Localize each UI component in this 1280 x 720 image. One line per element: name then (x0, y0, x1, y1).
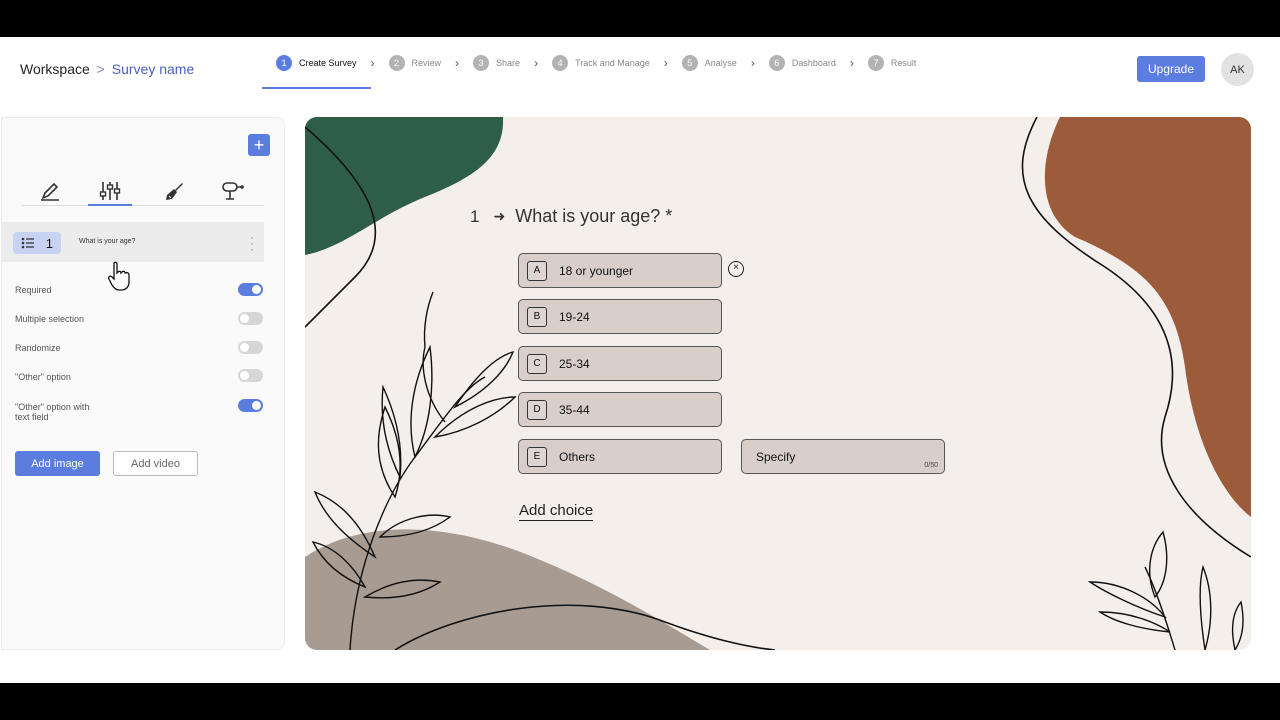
other-text-field-toggle[interactable] (238, 399, 263, 412)
breadcrumb: Workspace > Survey name (20, 61, 194, 77)
question-item-label: What is your age? (79, 238, 136, 245)
step-share[interactable]: 3 Share (459, 37, 534, 89)
remove-choice-icon[interactable]: × (728, 261, 744, 277)
step-dashboard[interactable]: 6 Dashboard (755, 37, 850, 89)
choice-label: 19-24 (559, 309, 590, 324)
step-number: 6 (768, 55, 785, 71)
choice-c[interactable]: C 25-34 (518, 346, 722, 381)
required-toggle[interactable] (238, 283, 263, 296)
choice-key: B (527, 306, 547, 327)
question-settings-panel: + 1 What is your age? · · · Required Mul… (1, 117, 285, 650)
step-label: Track and Manage (575, 58, 650, 68)
choice-b[interactable]: B 19-24 (518, 299, 722, 334)
setting-required-label: Required (15, 285, 52, 295)
breadcrumb-survey-name[interactable]: Survey name (112, 61, 194, 77)
choice-d[interactable]: D 35-44 (518, 392, 722, 427)
add-video-button[interactable]: Add video (113, 451, 198, 476)
add-choice-button[interactable]: Add choice (519, 502, 594, 521)
step-number: 1 (276, 55, 292, 71)
other-option-toggle[interactable] (238, 369, 263, 382)
step-create-survey[interactable]: 1 Create Survey (262, 37, 371, 89)
specify-placeholder: Specify (756, 449, 796, 464)
breadcrumb-separator: > (96, 61, 105, 77)
step-number: 3 (473, 55, 490, 71)
step-analyse[interactable]: 5 Analyse (668, 37, 751, 89)
list-icon (21, 237, 34, 249)
question-title: 1 ➜ What is your age? * (470, 206, 672, 227)
other-specify-field[interactable]: Specify 0/50 (741, 439, 945, 474)
choice-key: A (527, 260, 547, 281)
setting-other-text-field-label: "Other" option with text field (15, 402, 90, 422)
step-label: Create Survey (299, 58, 357, 68)
setting-multiple-selection-label: Multiple selection (15, 314, 85, 324)
setting-other-option-label: "Other" option (15, 372, 71, 382)
panel-tabs (22, 176, 264, 206)
choice-e[interactable]: E Others (518, 439, 722, 474)
upgrade-button[interactable]: Upgrade (1137, 56, 1205, 82)
choice-label: Others (559, 449, 596, 464)
choice-label: 25-34 (559, 356, 590, 371)
tab-design[interactable] (152, 176, 196, 205)
choice-a[interactable]: A 18 or younger (518, 253, 722, 288)
question-item-number: 1 (45, 235, 53, 251)
question-list-item[interactable]: 1 What is your age? · · · (2, 222, 264, 262)
step-number: 5 (681, 55, 698, 71)
survey-canvas: 1 ➜ What is your age? * A 18 or younger … (305, 117, 1251, 650)
step-label: Result (890, 58, 917, 68)
question-text[interactable]: What is your age? * (515, 206, 672, 227)
avatar[interactable]: AK (1221, 53, 1254, 86)
more-options-icon[interactable]: · · · (250, 231, 254, 255)
hand-cursor-icon (108, 261, 130, 291)
top-header: Workspace > Survey name 1 Create Survey ›… (0, 37, 1280, 101)
tab-edit[interactable] (28, 176, 72, 205)
step-label: Dashboard (791, 58, 836, 68)
randomize-toggle[interactable] (238, 341, 263, 354)
brush-icon (166, 182, 183, 200)
decorative-background (305, 117, 1251, 650)
step-track-and-manage[interactable]: 4 Track and Manage (538, 37, 664, 89)
step-label: Analyse (704, 58, 737, 68)
choice-label: 35-44 (559, 402, 590, 417)
tab-logic[interactable] (210, 176, 254, 205)
pencil-icon (41, 182, 59, 201)
step-label: Review (411, 58, 442, 68)
character-count: 0/50 (924, 462, 938, 469)
step-number: 4 (552, 55, 569, 71)
choice-label: 18 or younger (559, 263, 634, 278)
tab-settings[interactable] (88, 176, 132, 206)
add-image-button[interactable]: Add image (15, 451, 100, 476)
step-result[interactable]: 7 Result (854, 37, 931, 89)
setting-randomize-label: Randomize (15, 343, 61, 353)
step-number: 7 (867, 55, 884, 71)
step-review[interactable]: 2 Review (375, 37, 456, 89)
logic-icon (222, 181, 244, 200)
add-question-button[interactable]: + (248, 134, 270, 156)
arrow-right-icon: ➜ (493, 208, 506, 224)
step-label: Share (496, 58, 521, 68)
app-window: Workspace > Survey name 1 Create Survey ›… (0, 37, 1280, 683)
breadcrumb-workspace[interactable]: Workspace (20, 61, 90, 77)
multiple-selection-toggle[interactable] (238, 312, 263, 325)
step-navigation: 1 Create Survey › 2 Review › 3 Share › 4 Tra… (262, 37, 930, 89)
choice-key: C (527, 353, 547, 374)
choice-key: D (527, 399, 547, 420)
step-number: 2 (388, 55, 405, 71)
choice-key: E (527, 446, 547, 467)
question-type-badge: 1 (13, 232, 61, 254)
sliders-icon (99, 181, 121, 200)
question-number: 1 (470, 206, 480, 226)
